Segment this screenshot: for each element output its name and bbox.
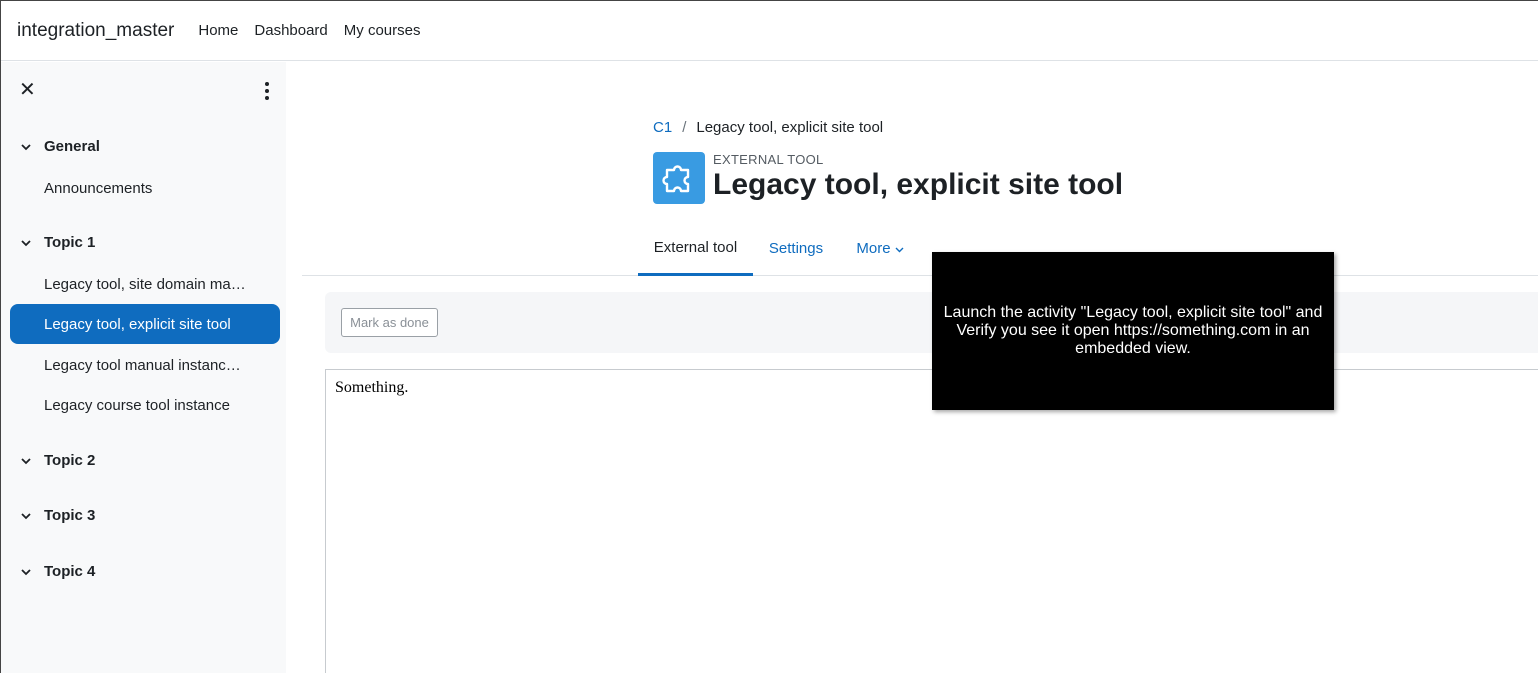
course-item-label: Legacy tool, explicit site tool <box>44 315 231 333</box>
primary-nav: Home Dashboard My courses <box>198 22 436 39</box>
instruction-overlay: Launch the activity "Legacy tool, explic… <box>932 252 1334 410</box>
kebab-menu-icon[interactable] <box>260 82 274 100</box>
section-title: Topic 2 <box>44 452 96 469</box>
course-item-manual-instance[interactable]: Legacy tool manual instanc… <box>10 345 280 385</box>
course-item-label: Legacy tool, site domain ma… <box>44 275 246 293</box>
close-icon[interactable]: ✕ <box>19 80 36 100</box>
chevron-down-icon[interactable] <box>21 511 31 521</box>
tab-external-tool[interactable]: External tool <box>638 221 753 276</box>
section-title: Topic 3 <box>44 507 96 524</box>
chevron-down-icon[interactable] <box>21 456 31 466</box>
section-topic-4[interactable]: Topic 4 <box>21 563 95 580</box>
tab-more[interactable]: More <box>849 221 911 276</box>
mark-as-done-button[interactable]: Mark as done <box>341 308 438 337</box>
page-title: Legacy tool, explicit site tool <box>713 168 1124 201</box>
course-index-drawer: ✕ General Announcements Topic 1 Legacy t… <box>1 62 286 673</box>
nav-my-courses[interactable]: My courses <box>344 22 421 39</box>
top-navbar: integration_master Home Dashboard My cou… <box>1 1 1538 61</box>
breadcrumb: C1 / Legacy tool, explicit site tool <box>653 119 883 136</box>
site-brand[interactable]: integration_master <box>17 20 174 42</box>
course-item-course-tool-instance[interactable]: Legacy course tool instance <box>10 385 280 425</box>
nav-dashboard[interactable]: Dashboard <box>254 22 327 39</box>
section-general[interactable]: General <box>21 138 100 155</box>
chevron-down-icon[interactable] <box>21 142 31 152</box>
course-item-label: Legacy course tool instance <box>44 396 230 414</box>
embedded-tool-frame[interactable]: Something. <box>325 369 1538 673</box>
section-title: Topic 1 <box>44 234 96 251</box>
breadcrumb-current: Legacy tool, explicit site tool <box>696 119 884 136</box>
activity-type-label: EXTERNAL TOOL <box>713 152 824 167</box>
course-item-label: Legacy tool manual instanc… <box>44 356 241 374</box>
tab-label: More <box>856 240 891 257</box>
instruction-text: Launch the activity "Legacy tool, explic… <box>943 304 1323 357</box>
course-item-explicit-site-tool[interactable]: Legacy tool, explicit site tool <box>10 304 280 344</box>
chevron-down-icon[interactable] <box>21 567 31 577</box>
course-item-site-domain[interactable]: Legacy tool, site domain ma… <box>10 264 280 304</box>
section-topic-2[interactable]: Topic 2 <box>21 452 95 469</box>
course-item-announcements[interactable]: Announcements <box>10 168 280 208</box>
chevron-down-icon <box>895 240 904 257</box>
puzzle-icon <box>653 152 705 204</box>
section-topic-1[interactable]: Topic 1 <box>21 234 95 251</box>
tab-label: Settings <box>768 240 824 257</box>
breadcrumb-course-link[interactable]: C1 <box>653 119 672 136</box>
course-item-label: Announcements <box>44 179 153 197</box>
chevron-down-icon[interactable] <box>21 238 31 248</box>
section-topic-3[interactable]: Topic 3 <box>21 507 95 524</box>
section-title: Topic 4 <box>44 563 96 580</box>
section-title: General <box>44 138 100 155</box>
secondary-navigation: External tool Settings More <box>302 221 1538 276</box>
tab-label: External tool <box>653 238 738 256</box>
embedded-content-text: Something. <box>335 379 409 396</box>
nav-home[interactable]: Home <box>198 22 238 39</box>
tab-settings[interactable]: Settings <box>760 221 832 276</box>
breadcrumb-separator: / <box>682 119 687 136</box>
